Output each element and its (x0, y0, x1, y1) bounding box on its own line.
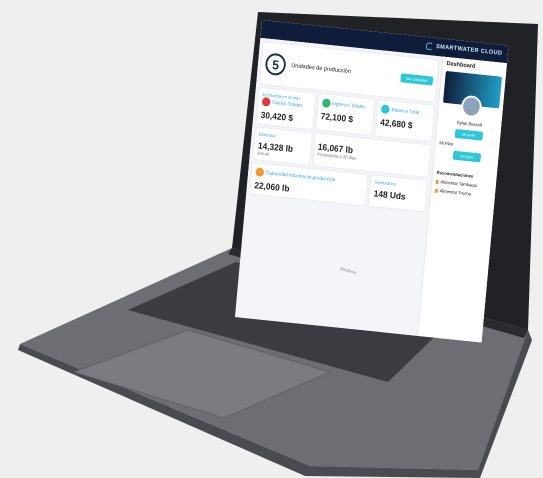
metric-label: Balance Total (391, 107, 420, 116)
biomass-card: Biomasa 14,328 lb Actual (253, 127, 312, 165)
avatar (459, 94, 483, 119)
user-name: Dylan Bessolt (456, 120, 483, 128)
dashboard: 5 Unidades de producción Ver unidades Ec… (235, 37, 507, 343)
metric-value: 30,420 $ (260, 109, 294, 124)
plan-label: Mi Plan (439, 140, 454, 147)
laptop-scene: SMARTWATER CLOUD 5 Unidades de producció… (0, 0, 543, 478)
harvest-value: 148 Uds (373, 188, 406, 202)
fish-icon (434, 188, 438, 193)
capacity-card: Capacidad máxima de producción 22,060 lb (249, 162, 369, 206)
profile-button[interactable]: Mi perfil (454, 128, 483, 141)
fish-icon (435, 179, 439, 184)
biomass-title: Biomasa (258, 131, 276, 139)
harvest-card: Sembrados 148 Uds (368, 175, 428, 212)
metric-balance: Balance Total 42,680 $ (375, 99, 435, 142)
units-count: 5 (264, 52, 287, 77)
metric-label: Ingresos Totales (331, 101, 366, 111)
brand-name: SMARTWATER CLOUD (435, 43, 503, 57)
metric-value: 72,100 $ (320, 111, 354, 125)
metric-value: 42,680 $ (379, 117, 413, 131)
main-panel: 5 Unidades de producción Ver unidades Ec… (235, 38, 443, 336)
expenses-icon (261, 96, 271, 107)
list-item-label: Alimentar Trucha (439, 188, 472, 197)
metric-income: Ingresos Totales 72,100 $ (315, 93, 375, 136)
brand-logo-icon (425, 41, 434, 51)
capacity-icon (255, 167, 265, 178)
laptop-screen: SMARTWATER CLOUD 5 Unidades de producció… (235, 20, 509, 343)
capacity-title: Capacidad máxima de producción (265, 170, 336, 184)
income-icon (321, 98, 331, 108)
metric-expenses: Economía en el mes Gastos Totales 30,420… (256, 87, 316, 130)
list-item-label: Alimentar Tambaqui (440, 179, 478, 189)
plan-button[interactable]: Ver plan (452, 150, 481, 163)
units-label: Unidades de producción (290, 63, 352, 76)
balance-icon (381, 104, 391, 115)
metric-label: Gastos Totales (271, 99, 303, 109)
harvest-title: Sembrados (374, 179, 397, 187)
view-units-button[interactable]: Ver unidades (399, 72, 434, 86)
list-item[interactable]: Alimentar Trucha (434, 188, 492, 199)
